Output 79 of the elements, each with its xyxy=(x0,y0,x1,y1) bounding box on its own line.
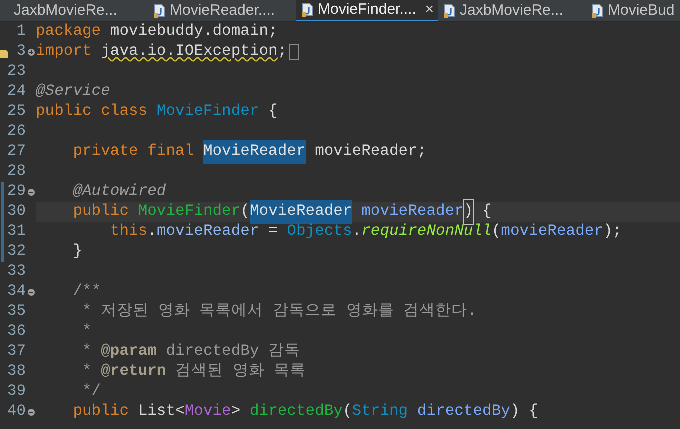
line-number: 23 xyxy=(7,61,26,82)
line-number: 31 xyxy=(7,221,26,242)
close-icon[interactable]: × xyxy=(425,0,434,21)
line-number: 28 xyxy=(7,161,26,182)
line-number: 40 xyxy=(7,401,26,422)
line-number: 34 xyxy=(7,281,26,302)
highlighted-occurrence: MovieReader xyxy=(203,140,306,164)
code-text: moviebuddy.domain; xyxy=(109,21,278,42)
comment-text: 검색된 영화 목록 xyxy=(174,361,306,382)
line-number: 36 xyxy=(7,321,26,342)
annotation: @Autowired xyxy=(72,181,166,202)
editor-tab[interactable]: MovieReader.... xyxy=(148,0,296,21)
matching-bracket: ) xyxy=(464,200,474,224)
code-text: ; xyxy=(278,41,288,62)
line-number: 32 xyxy=(7,241,26,262)
annotation: @Service xyxy=(36,81,110,102)
code-text: . xyxy=(148,221,157,242)
line-number: 33 xyxy=(7,261,26,282)
line-number: 3 xyxy=(16,41,26,62)
code-text: ); xyxy=(603,221,622,242)
code-text: ( xyxy=(240,201,250,222)
comment-text: * xyxy=(82,361,93,382)
collapse-icon[interactable] xyxy=(28,408,34,416)
code-text: > xyxy=(231,401,242,422)
code-text: List< xyxy=(138,401,185,422)
line-number: 1 xyxy=(16,21,26,42)
line-number: 38 xyxy=(7,361,26,382)
parameter-name: movieReader xyxy=(501,221,604,242)
line-number: 30 xyxy=(7,201,26,222)
line-number: 26 xyxy=(7,121,26,142)
field-name: movieReader xyxy=(156,221,260,242)
collapse-icon[interactable] xyxy=(28,288,34,296)
code-text: ( xyxy=(342,401,352,422)
folded-code-marker[interactable] xyxy=(289,44,300,60)
line-number: 37 xyxy=(7,341,26,362)
line-number: 27 xyxy=(7,141,26,162)
code-text: } xyxy=(72,241,83,262)
parameter-name: directedBy xyxy=(416,401,510,422)
line-number: 29 xyxy=(7,181,26,202)
line-number: 24 xyxy=(7,81,26,102)
method-name: directedBy xyxy=(250,401,343,422)
class-name: String xyxy=(352,401,408,422)
code-keyword: this xyxy=(109,221,148,242)
editor-tab[interactable]: JaxbMovieRe... xyxy=(438,0,586,21)
comment-text: */ xyxy=(82,381,102,402)
class-name: Objects xyxy=(287,221,352,242)
code-keyword: import xyxy=(36,41,93,62)
code-keyword: package xyxy=(36,21,102,42)
collapse-icon[interactable] xyxy=(28,188,34,196)
editor-tab[interactable]: JaxbMovieRe... xyxy=(0,0,148,21)
type-argument: Movie xyxy=(184,401,232,422)
static-method-call: requireNonNull xyxy=(362,221,492,242)
code-text: = xyxy=(268,221,279,242)
editor-tab[interactable]: MovieBud xyxy=(586,0,680,21)
comment-text: * xyxy=(82,321,92,342)
code-text: movieReader; xyxy=(314,141,427,162)
code-text: { xyxy=(482,201,492,222)
comment-text: directedBy 감독 xyxy=(165,341,301,362)
comment-text: * 저장된 영화 목록에서 감독으로 영화를 검색한다. xyxy=(82,301,477,322)
comment-text: * xyxy=(82,341,93,362)
code-text: { xyxy=(268,101,278,122)
code-keyword: public xyxy=(72,201,130,222)
parameter-name: movieReader xyxy=(360,201,464,222)
code-text: . xyxy=(352,221,362,242)
code-keyword: private final xyxy=(72,141,196,162)
code-text: ) { xyxy=(510,401,538,422)
comment-text: /** xyxy=(72,281,102,302)
warning-underlined-text: java.io.IOException xyxy=(101,41,278,62)
expand-icon[interactable] xyxy=(28,48,34,56)
class-name: MovieFinder xyxy=(156,101,260,122)
code-text: ( xyxy=(492,221,502,242)
line-number: 35 xyxy=(7,301,26,322)
editor-tab[interactable]: MovieFinder.... × xyxy=(296,0,438,21)
highlighted-occurrence: MovieReader xyxy=(250,200,352,224)
method-name: MovieFinder xyxy=(138,201,241,222)
code-keyword: public class xyxy=(36,101,149,122)
line-number: 39 xyxy=(7,381,26,402)
code-keyword: public xyxy=(72,401,130,422)
line-number: 25 xyxy=(7,101,26,122)
